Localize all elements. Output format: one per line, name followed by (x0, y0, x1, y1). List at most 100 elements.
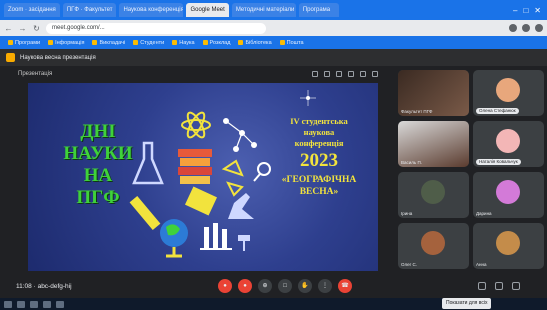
reload-icon[interactable]: ↻ (32, 24, 41, 33)
captions-button[interactable]: ⊕ (258, 279, 272, 293)
call-controls-bar: 11:08 · abc-defg-hij ● ● ⊕ □ ✋ ⋮ ☎ (0, 276, 547, 298)
present-button[interactable]: □ (278, 279, 292, 293)
slide-left-line: ДНІ (80, 121, 116, 142)
side-panel-buttons (478, 282, 520, 290)
more-icon[interactable] (372, 71, 378, 77)
taskbar-app-icon[interactable] (56, 300, 64, 308)
satellite-icon (238, 235, 250, 251)
folder-icon (133, 40, 139, 45)
avatar (496, 129, 520, 153)
bookmark[interactable]: Пошта (279, 40, 304, 46)
profile-icon[interactable] (535, 24, 543, 32)
browser-tab[interactable]: Методичні матеріали (231, 3, 296, 17)
folder-icon (172, 40, 178, 45)
more-options-button[interactable]: ⋮ (318, 279, 332, 293)
avatar (496, 78, 520, 102)
folder-icon (92, 40, 98, 45)
browser-tab-strip: Zoom · засідання ПГФ · Факультет Наукова… (0, 0, 547, 20)
forward-icon[interactable]: → (18, 24, 27, 33)
slide-right-line: IV студентська (290, 116, 348, 126)
slide-right-line: конференція (294, 138, 344, 148)
bookmark[interactable]: Викладачі (92, 40, 125, 46)
start-icon[interactable] (4, 300, 12, 308)
call-controls: ● ● ⊕ □ ✋ ⋮ ☎ (218, 279, 352, 293)
browser-tab[interactable]: Програма (298, 3, 339, 17)
slide-right-line: ВЕСНА» (299, 187, 339, 197)
avatar (496, 231, 520, 255)
test-tubes-icon (200, 223, 232, 250)
extension-icon[interactable] (509, 24, 517, 32)
calculator-icon (184, 186, 218, 216)
participant-tile[interactable]: Олена Стефанюк (473, 70, 544, 116)
meet-header: Наукова весна презентація (0, 49, 547, 66)
bookmark[interactable]: Наука (172, 40, 195, 46)
participant-tile[interactable]: Ірина (398, 172, 469, 218)
folder-icon (8, 40, 13, 45)
slide-right-line: «ГЕОГРАФІЧНА (281, 175, 357, 185)
meet-logo-icon (6, 53, 15, 62)
pen-icon[interactable] (312, 71, 318, 77)
folder-icon (202, 40, 208, 45)
microscope-icon (228, 193, 254, 219)
bookmark[interactable]: Розклад (202, 40, 230, 46)
back-icon[interactable]: ← (4, 24, 13, 33)
info-icon[interactable] (478, 282, 486, 290)
meeting-title: Наукова весна презентація (20, 54, 96, 61)
taskbar-app-icon[interactable] (30, 300, 38, 308)
fit-icon[interactable] (348, 71, 354, 77)
participant-tile[interactable]: Василь П. (398, 121, 469, 167)
participant-name: Олена Стефанюк (476, 108, 519, 114)
minimize-icon[interactable]: – (513, 6, 517, 15)
participants-panel: Факультет ПГФ Олена Стефанюк Василь П. Н… (395, 66, 547, 276)
slide-left-line: НА (83, 165, 113, 186)
people-icon[interactable] (495, 282, 503, 290)
atom-icon (181, 111, 211, 139)
participant-name: Ірина (401, 211, 413, 216)
participant-tile[interactable]: Дарина (473, 172, 544, 218)
extension-icon[interactable] (522, 24, 530, 32)
raise-hand-button[interactable]: ✋ (298, 279, 312, 293)
presentation-tool-icons (312, 71, 378, 77)
presentation-toolbar: Презентація (18, 66, 378, 82)
recycle-icon (221, 159, 244, 197)
pointer-icon[interactable] (324, 71, 330, 77)
chat-icon[interactable] (512, 282, 520, 290)
taskbar-app-icon[interactable] (17, 300, 25, 308)
slide-right-line: наукова (303, 127, 335, 137)
zoom-icon[interactable] (336, 71, 342, 77)
browser-tab[interactable]: Наукова конференція (119, 3, 184, 17)
folder-icon (48, 40, 54, 45)
bookmark[interactable]: Студенти (133, 40, 164, 46)
participant-tile[interactable]: Наталія Ковальчук (473, 121, 544, 167)
shared-slide: ДНІ НАУКИ НА ПГФ IV студентська наукова … (28, 83, 378, 271)
taskbar-app-icon[interactable] (43, 300, 51, 308)
participant-name: Наталія Ковальчук (476, 159, 521, 165)
participant-name: Факультет ПГФ (401, 109, 433, 114)
globe-icon (160, 219, 188, 258)
browser-tab[interactable]: Zoom · засідання (4, 3, 60, 17)
bookmark[interactable]: Інформація (48, 40, 84, 46)
browser-tab-active[interactable]: Google Meet (186, 3, 229, 17)
camera-off-button[interactable]: ● (238, 279, 252, 293)
participant-tile[interactable]: Олег С. (398, 223, 469, 269)
avatar (421, 180, 445, 204)
avatar (496, 180, 520, 204)
bookmark[interactable]: Програми (8, 40, 40, 46)
url-input[interactable]: meet.google.com/... (46, 22, 266, 34)
fullscreen-icon[interactable] (360, 71, 366, 77)
participant-tile[interactable]: Факультет ПГФ (398, 70, 469, 116)
mic-off-button[interactable]: ● (218, 279, 232, 293)
presenter-label: Презентація (18, 71, 53, 77)
leave-call-button[interactable]: ☎ (338, 279, 352, 293)
bookmark[interactable]: Бібліотека (238, 40, 272, 46)
bookmarks-bar: Програми Інформація Викладачі Студенти Н… (0, 36, 547, 49)
maximize-icon[interactable]: □ (523, 6, 528, 15)
folder-icon (279, 40, 285, 45)
avatar (421, 231, 445, 255)
participant-name: Олег С. (401, 262, 417, 267)
molecule-icon (223, 118, 257, 152)
browser-tab[interactable]: ПГФ · Факультет (62, 3, 117, 17)
participant-tile[interactable]: Анна (473, 223, 544, 269)
close-icon[interactable]: ✕ (534, 6, 541, 15)
slide-left-line: ПГФ (76, 187, 120, 208)
